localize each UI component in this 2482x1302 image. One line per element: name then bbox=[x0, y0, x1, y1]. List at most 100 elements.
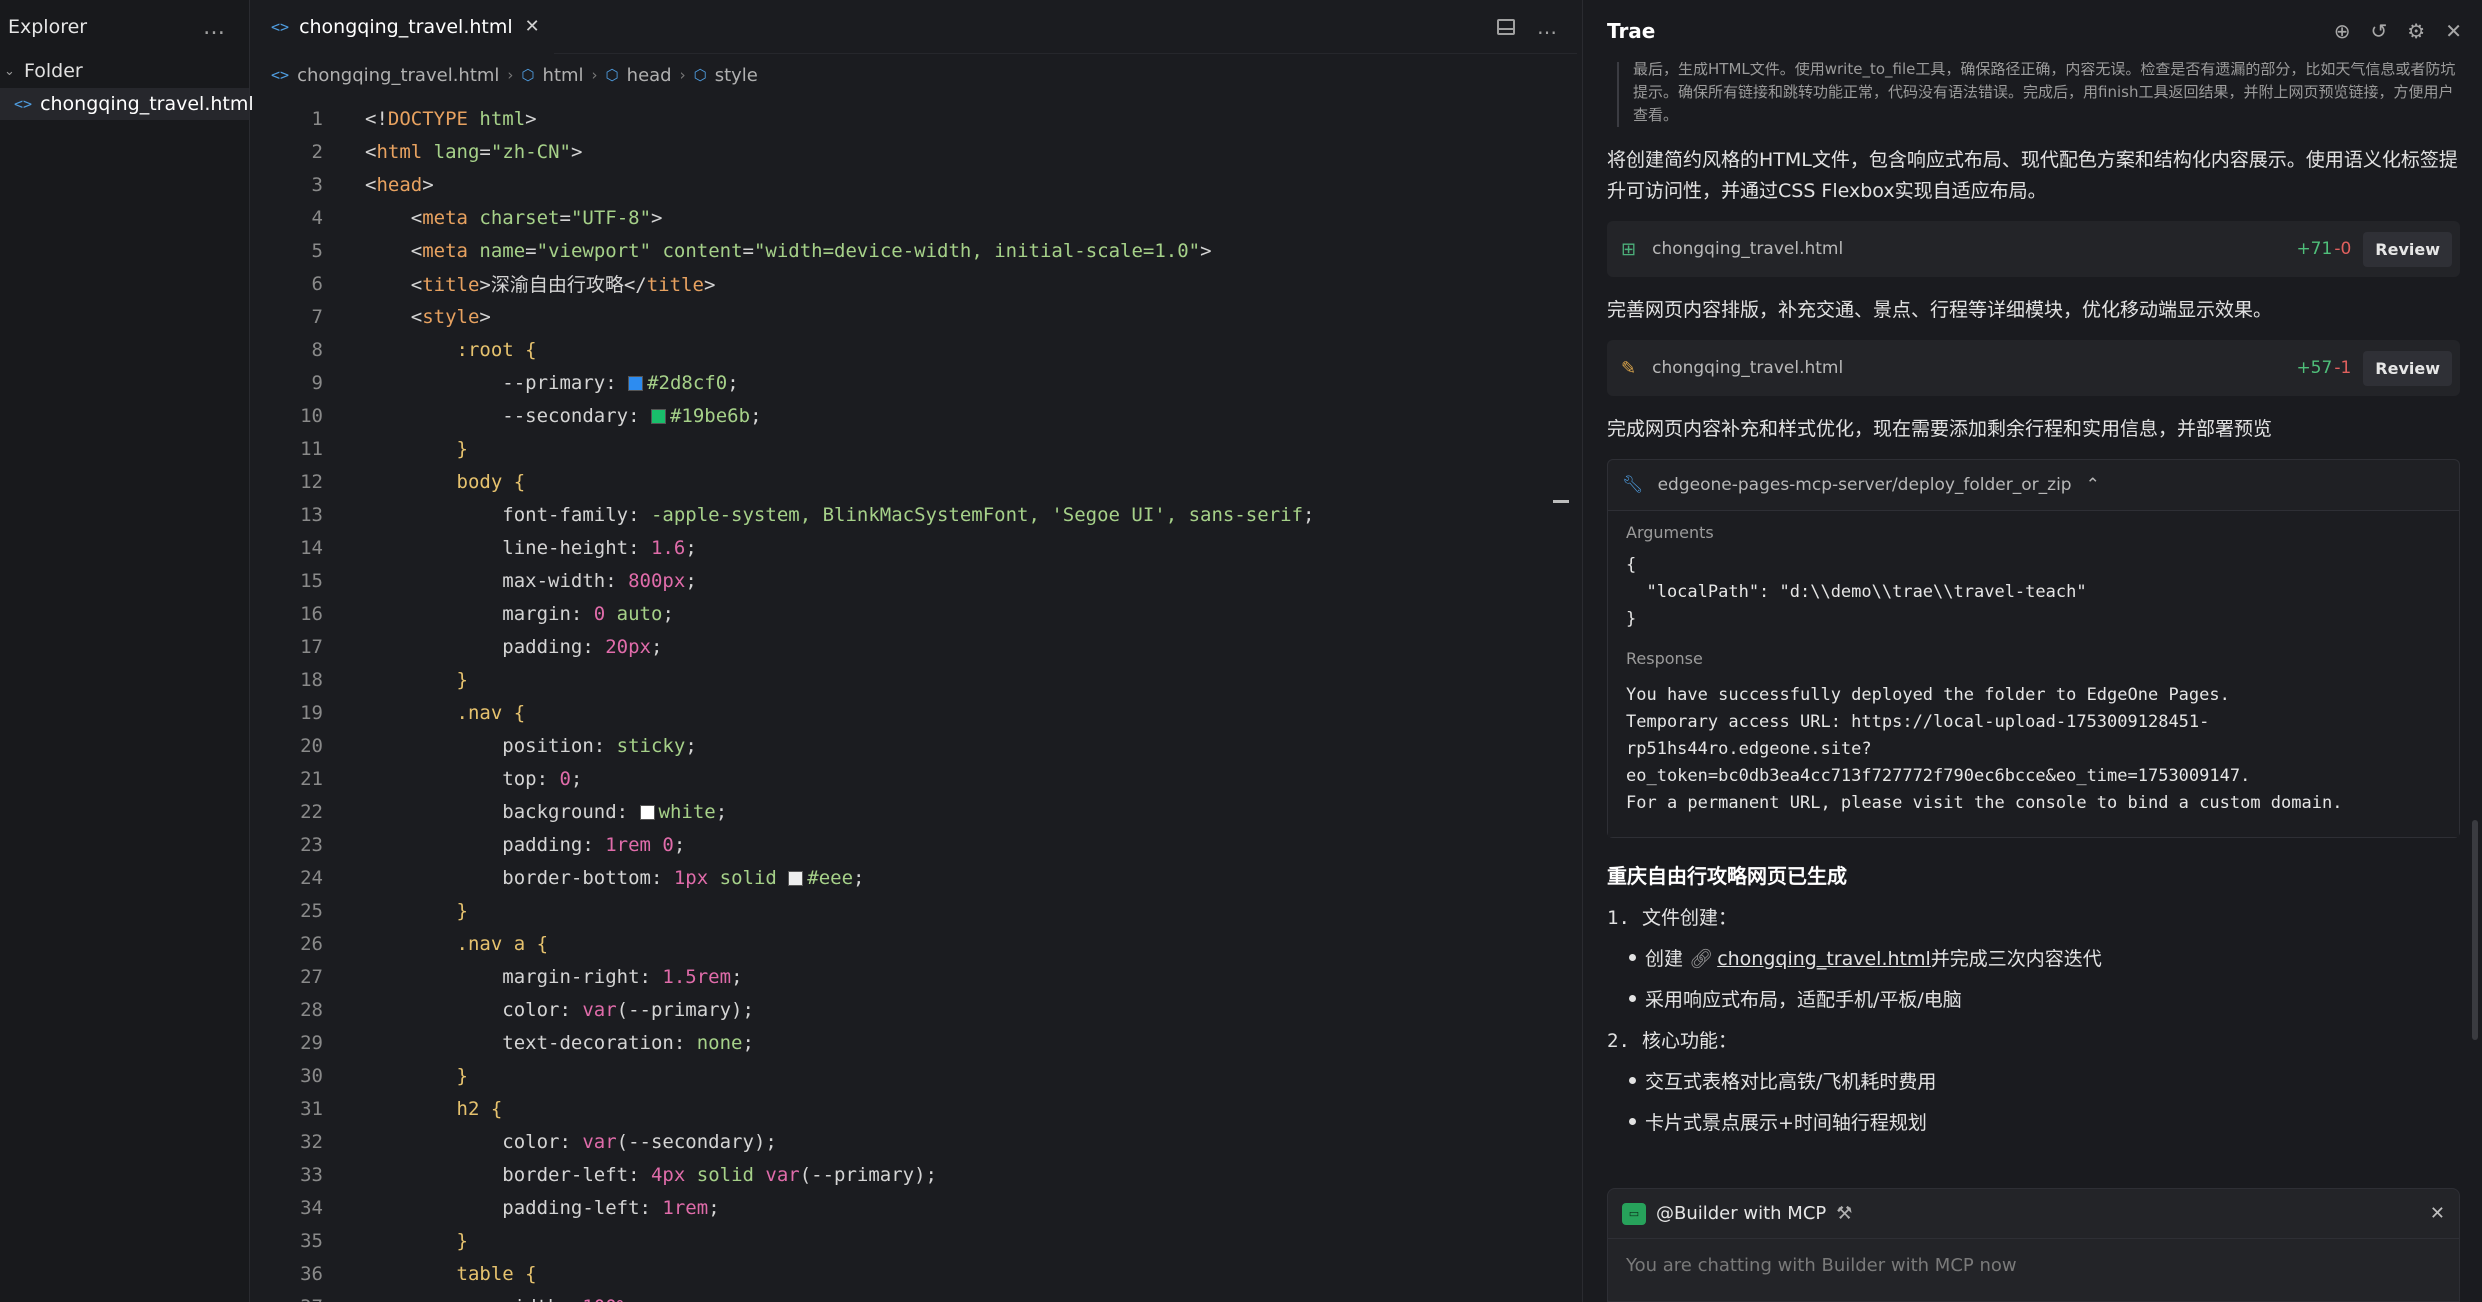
code-line[interactable]: 28 color: var(--primary); bbox=[255, 993, 1577, 1026]
folder-row[interactable]: ⌄ Folder bbox=[0, 54, 249, 88]
close-icon[interactable]: ✕ bbox=[2445, 19, 2462, 43]
list-item: 交互式表格对比高铁/飞机耗时费用 bbox=[1607, 1067, 2460, 1094]
chevron-right-icon: › bbox=[591, 66, 598, 84]
code-token: 0 bbox=[593, 602, 606, 625]
code-line[interactable]: 29 text-decoration: none; bbox=[255, 1026, 1577, 1059]
breadcrumb-file[interactable]: chongqing_travel.html bbox=[297, 65, 499, 86]
code-line[interactable]: 9 --primary: #2d8cf0; bbox=[255, 366, 1577, 399]
code-line[interactable]: 6 <title>深渝自由行攻略</title> bbox=[255, 267, 1577, 300]
history-icon[interactable]: ↺ bbox=[2371, 19, 2388, 43]
code-token: ; bbox=[731, 965, 743, 988]
summary-heading: 重庆自由行攻略网页已生成 bbox=[1607, 864, 1847, 888]
line-number: 5 bbox=[311, 239, 323, 262]
code-token: font-family: bbox=[365, 503, 651, 526]
diff-deletions: -1 bbox=[2334, 358, 2352, 378]
toggle-panel-icon[interactable] bbox=[1497, 18, 1515, 35]
code-line[interactable]: 30 } bbox=[255, 1059, 1577, 1092]
color-swatch[interactable] bbox=[639, 804, 655, 820]
chevron-up-icon: ⌃ bbox=[2085, 475, 2100, 495]
code-line[interactable]: 34 padding-left: 1rem; bbox=[255, 1191, 1577, 1224]
line-number: 13 bbox=[300, 503, 323, 526]
chat-input[interactable] bbox=[1608, 1239, 2459, 1292]
code-line[interactable]: 25 } bbox=[255, 894, 1577, 927]
gear-icon[interactable]: ⚙ bbox=[2407, 19, 2425, 43]
line-number: 8 bbox=[311, 338, 323, 361]
code-line[interactable]: 32 color: var(--secondary); bbox=[255, 1125, 1577, 1158]
code-line[interactable]: 35 } bbox=[255, 1224, 1577, 1257]
code-line[interactable]: 31 h2 { bbox=[255, 1092, 1577, 1125]
breadcrumb-head[interactable]: head bbox=[627, 65, 672, 86]
code-line[interactable]: 33 border-left: 4px solid var(--primary)… bbox=[255, 1158, 1577, 1191]
file-change-card[interactable]: ✎ chongqing_travel.html +57 -1 Review bbox=[1607, 340, 2460, 396]
line-number: 1 bbox=[311, 107, 323, 130]
code-line[interactable]: 10 --secondary: #19be6b; bbox=[255, 399, 1577, 432]
agent-name[interactable]: @Builder with MCP bbox=[1656, 1203, 1826, 1224]
code-line[interactable]: 4 <meta charset="UTF-8"> bbox=[255, 201, 1577, 234]
code-token: < bbox=[365, 206, 423, 229]
code-token: } bbox=[365, 437, 468, 460]
review-button[interactable]: Review bbox=[2363, 350, 2452, 386]
line-number: 34 bbox=[300, 1196, 323, 1219]
tools-icon[interactable]: ⚒ bbox=[1836, 1203, 1852, 1224]
more-icon[interactable]: … bbox=[1537, 15, 1557, 39]
code-line[interactable]: 27 margin-right: 1.5rem; bbox=[255, 960, 1577, 993]
code-line[interactable]: 2 <html lang="zh-CN"> bbox=[255, 135, 1577, 168]
code-line[interactable]: 15 max-width: 800px; bbox=[255, 564, 1577, 597]
element-icon: ⬡ bbox=[605, 66, 619, 84]
breadcrumb-style[interactable]: style bbox=[715, 65, 758, 86]
code-line[interactable]: 22 background: white; bbox=[255, 795, 1577, 828]
code-token: #2d8cf0 bbox=[647, 371, 728, 394]
scroll-position-marker[interactable] bbox=[1553, 500, 1569, 503]
file-link[interactable]: chongqing_travel.html bbox=[1717, 948, 1931, 970]
color-swatch[interactable] bbox=[628, 375, 644, 391]
item-label: 文件创建： bbox=[1641, 907, 1737, 929]
code-line[interactable]: 1 <!DOCTYPE html> bbox=[255, 102, 1577, 135]
code-line[interactable]: 17 padding: 20px; bbox=[255, 630, 1577, 663]
code-line[interactable]: 18 } bbox=[255, 663, 1577, 696]
code-line[interactable]: 24 border-bottom: 1px solid #eee; bbox=[255, 861, 1577, 894]
code-line[interactable]: 36 table { bbox=[255, 1257, 1577, 1290]
file-change-card[interactable]: ⊞ chongqing_travel.html +71 -0 Review bbox=[1607, 221, 2460, 277]
code-line[interactable]: 21 top: 0; bbox=[255, 762, 1577, 795]
code-line[interactable]: 14 line-height: 1.6; bbox=[255, 531, 1577, 564]
code-token: head bbox=[376, 173, 423, 196]
tool-call-header[interactable]: 🔧︎ edgeone-pages-mcp-server/deploy_folde… bbox=[1608, 460, 2459, 510]
code-line[interactable]: 12 body { bbox=[255, 465, 1577, 498]
breadcrumb-html[interactable]: html bbox=[543, 65, 584, 86]
code-token: solid bbox=[685, 1163, 766, 1186]
code-line[interactable]: 13 font-family: -apple-system, BlinkMacS… bbox=[255, 498, 1577, 531]
code-token: 0 bbox=[559, 767, 571, 790]
code-line[interactable]: 11 } bbox=[255, 432, 1577, 465]
code-line[interactable]: 37 width: 100%; bbox=[255, 1290, 1577, 1302]
code-token: html bbox=[376, 140, 423, 163]
color-swatch[interactable] bbox=[650, 408, 666, 424]
code-line[interactable]: 19 .nav { bbox=[255, 696, 1577, 729]
close-icon[interactable]: ✕ bbox=[525, 16, 540, 37]
color-swatch[interactable] bbox=[788, 870, 804, 886]
code-token: > bbox=[525, 107, 537, 130]
tab-chongqing-travel[interactable]: <> chongqing_travel.html ✕ bbox=[255, 0, 554, 54]
code-token: > bbox=[422, 173, 434, 196]
code-token: "zh-CN" bbox=[490, 140, 571, 163]
line-source: table { bbox=[323, 1263, 537, 1285]
code-line[interactable]: 8 :root { bbox=[255, 333, 1577, 366]
more-icon[interactable]: … bbox=[203, 15, 227, 40]
code-token: ; bbox=[570, 767, 583, 790]
code-line[interactable]: 5 <meta name="viewport" content="width=d… bbox=[255, 234, 1577, 267]
new-chat-icon[interactable]: ⊕ bbox=[2334, 19, 2351, 43]
file-item-chongqing-travel[interactable]: <> chongqing_travel.html bbox=[0, 88, 254, 120]
code-token: background: bbox=[365, 800, 640, 823]
close-icon[interactable]: ✕ bbox=[2430, 1203, 2445, 1224]
code-line[interactable]: 23 padding: 1rem 0; bbox=[255, 828, 1577, 861]
code-line[interactable]: 20 position: sticky; bbox=[255, 729, 1577, 762]
code-area[interactable]: 1 <!DOCTYPE html> 2 <html lang="zh-CN"> 3 <he… bbox=[255, 102, 1577, 1302]
review-button[interactable]: Review bbox=[2363, 231, 2452, 267]
code-line[interactable]: 7 <style> bbox=[255, 300, 1577, 333]
code-line[interactable]: 3 <head> bbox=[255, 168, 1577, 201]
code-token: padding: bbox=[365, 635, 606, 658]
code-token: ; bbox=[628, 1296, 639, 1302]
code-line[interactable]: 26 .nav a { bbox=[255, 927, 1577, 960]
code-token: position: bbox=[365, 734, 617, 757]
panel-scrollbar[interactable] bbox=[2472, 820, 2478, 1040]
code-line[interactable]: 16 margin: 0 auto; bbox=[255, 597, 1577, 630]
